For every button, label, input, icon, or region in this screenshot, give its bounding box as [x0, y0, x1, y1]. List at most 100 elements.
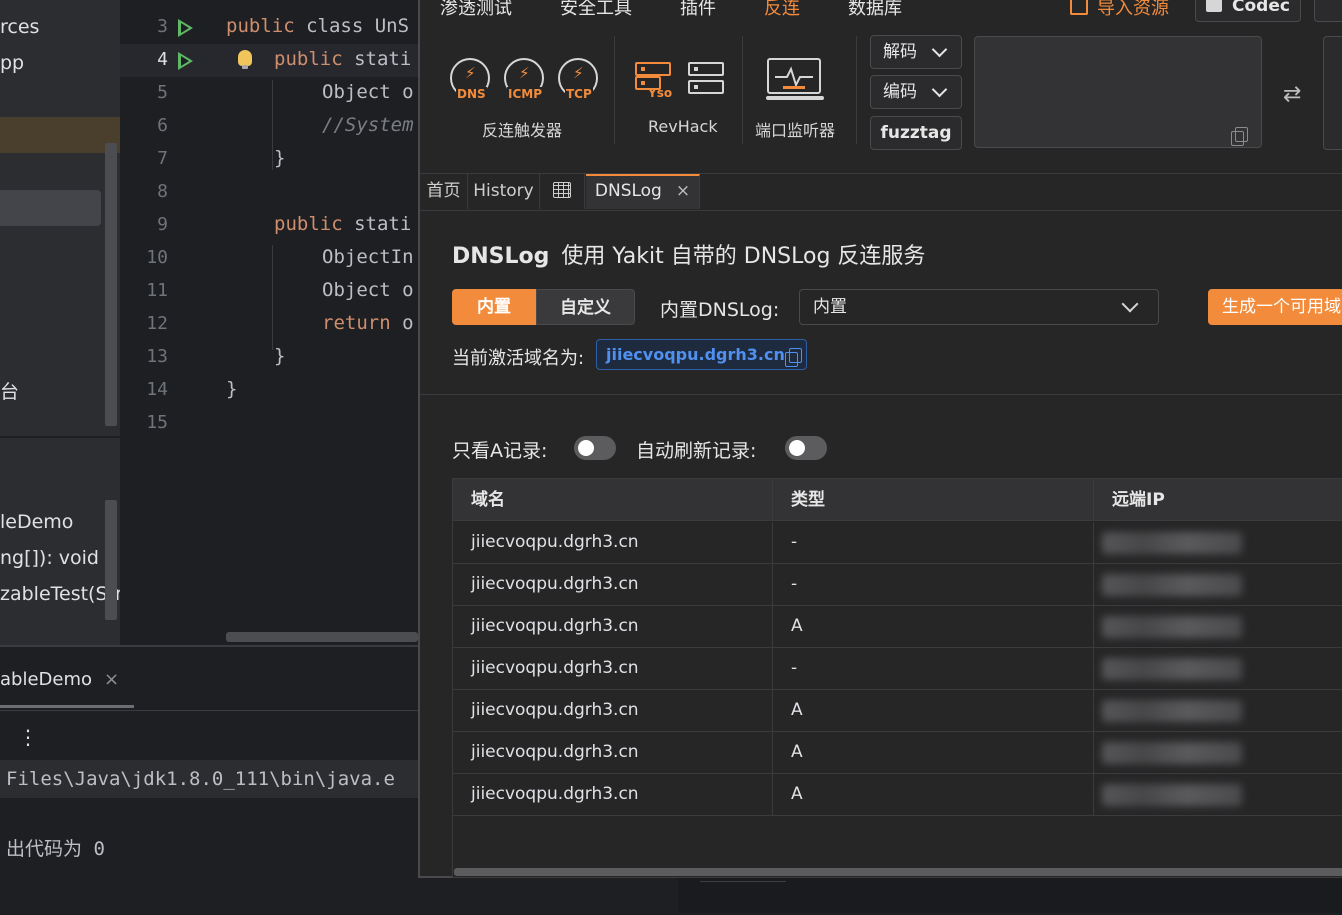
- monitor-accent-bar: [783, 86, 805, 89]
- builtin-mode-button[interactable]: 内置: [452, 289, 536, 325]
- run-tab[interactable]: ableDemo: [0, 669, 92, 690]
- active-domain-label: 当前激活域名为:: [452, 348, 585, 369]
- table-row[interactable]: jiiecvoqpu.dgrh3.cn -: [453, 522, 1342, 564]
- console-command: Files\Java\jdk1.8.0_111\bin\java.e: [6, 768, 395, 790]
- chevron-down-icon: [1121, 295, 1139, 313]
- encode-dropdown[interactable]: 编码: [870, 75, 962, 109]
- cell-domain: jiiecvoqpu.dgrh3.cn: [453, 648, 773, 689]
- custom-mode-button[interactable]: 自定义: [536, 289, 635, 325]
- chevron-down-icon: [931, 81, 948, 98]
- menu-reverse[interactable]: 反连: [764, 0, 800, 20]
- table-row[interactable]: jiiecvoqpu.dgrh3.cn A: [453, 606, 1342, 648]
- copy-icon[interactable]: [1231, 127, 1248, 146]
- close-icon[interactable]: ×: [104, 669, 119, 690]
- revhack-label[interactable]: RevHack: [648, 117, 718, 136]
- code-line: public stati: [274, 48, 412, 70]
- menu-database[interactable]: 数据库: [848, 0, 902, 20]
- indent-guide: [272, 80, 273, 170]
- tree-item[interactable]: pp: [0, 52, 24, 74]
- builtin-dnslog-label: 内置DNSLog:: [660, 299, 780, 321]
- reverse-trigger-label[interactable]: 反连触发器: [482, 117, 562, 141]
- yso-server-icon[interactable]: [635, 62, 671, 76]
- only-a-records-toggle[interactable]: [574, 436, 616, 460]
- column-header-domain[interactable]: 域名: [453, 479, 773, 521]
- window-button[interactable]: [1314, 0, 1342, 22]
- cell-type: A: [773, 690, 1094, 731]
- divider: [420, 394, 1342, 395]
- code-line: Object o: [322, 279, 414, 301]
- close-icon[interactable]: ×: [676, 181, 690, 201]
- icmp-icon-label: ICMP: [507, 87, 544, 101]
- cell-domain: jiiecvoqpu.dgrh3.cn: [453, 522, 773, 563]
- decode-dropdown[interactable]: 解码: [870, 35, 962, 69]
- cell-type: -: [773, 522, 1094, 563]
- cell-domain: jiiecvoqpu.dgrh3.cn: [453, 606, 773, 647]
- import-resource-button[interactable]: 导入资源: [1070, 0, 1169, 20]
- table-row[interactable]: jiiecvoqpu.dgrh3.cn A: [453, 774, 1342, 816]
- revhack-server-icon[interactable]: [688, 62, 724, 76]
- revhack-server-icon[interactable]: [688, 80, 724, 94]
- console-exit-code: 出代码为 0: [6, 838, 105, 860]
- auto-refresh-toggle[interactable]: [785, 436, 827, 460]
- table-row[interactable]: jiiecvoqpu.dgrh3.cn A: [453, 732, 1342, 774]
- code-line: }: [274, 345, 286, 367]
- line-number: 11: [146, 280, 168, 301]
- column-header-type[interactable]: 类型: [773, 479, 1094, 521]
- copy-icon[interactable]: [785, 348, 802, 367]
- more-options-icon[interactable]: ⋮: [18, 725, 38, 749]
- tab-home[interactable]: 首页: [420, 174, 468, 209]
- structure-scrollbar[interactable]: [105, 500, 117, 620]
- structure-item[interactable]: leDemo: [0, 511, 73, 533]
- tab-table[interactable]: [540, 174, 585, 209]
- tab-dnslog[interactable]: DNSLog ×: [586, 174, 700, 209]
- line-number: 5: [157, 82, 168, 103]
- tree-highlight: [0, 117, 120, 153]
- line-number: 7: [157, 148, 168, 169]
- project-tree: rces pp 台 leDemo ng[]): void zableTest(S…: [0, 0, 120, 645]
- code-line: public stati: [274, 213, 412, 235]
- line-number: 14: [146, 379, 168, 400]
- cell-type: A: [773, 774, 1094, 815]
- active-domain-tag[interactable]: jiiecvoqpu.dgrh3.cn: [596, 339, 807, 370]
- menu-pentest[interactable]: 渗透测试: [440, 0, 512, 20]
- editor-hscrollbar[interactable]: [226, 632, 418, 642]
- codec-input-area[interactable]: [974, 36, 1262, 148]
- import-icon: [1070, 0, 1088, 15]
- port-monitor-label[interactable]: 端口监听器: [755, 117, 835, 141]
- dnslog-table: 域名 类型 远端IP jiiecvoqpu.dgrh3.cn - jiiecvo…: [452, 478, 1342, 878]
- code-comment: //System: [322, 114, 414, 136]
- swap-icon[interactable]: ⇄: [1283, 82, 1301, 107]
- builtin-dnslog-select[interactable]: 内置: [799, 289, 1159, 325]
- generate-domain-button[interactable]: 生成一个可用域名: [1208, 289, 1342, 325]
- divider: [0, 710, 418, 711]
- tab-history[interactable]: History: [468, 174, 540, 209]
- codec-button[interactable]: Codec: [1195, 0, 1301, 22]
- tree-selected-row[interactable]: [0, 190, 101, 226]
- run-class-icon[interactable]: [178, 19, 193, 37]
- table-icon: [553, 182, 571, 198]
- run-method-icon[interactable]: [178, 52, 193, 70]
- tree-item[interactable]: 台: [0, 377, 19, 404]
- tree-item[interactable]: rces: [0, 16, 39, 38]
- tree-scrollbar[interactable]: [105, 143, 117, 426]
- table-row[interactable]: jiiecvoqpu.dgrh3.cn -: [453, 564, 1342, 606]
- codec-output-area[interactable]: [1323, 36, 1342, 150]
- structure-item[interactable]: ng[]): void: [0, 547, 99, 569]
- cell-remote-ip-redacted: [1094, 606, 1342, 647]
- structure-item[interactable]: zableTest(Strin: [0, 583, 120, 605]
- table-row[interactable]: jiiecvoqpu.dgrh3.cn -: [453, 648, 1342, 690]
- cell-remote-ip-redacted: [1094, 648, 1342, 689]
- cell-type: A: [773, 606, 1094, 647]
- fuzztag-button[interactable]: fuzztag: [870, 116, 962, 150]
- menu-plugins[interactable]: 插件: [680, 0, 716, 20]
- column-header-remote-ip[interactable]: 远端IP: [1094, 479, 1342, 521]
- run-panel: ableDemo × ⋮ Files\Java\jdk1.8.0_111\bin…: [0, 645, 418, 915]
- cell-type: -: [773, 648, 1094, 689]
- lightbulb-icon[interactable]: [238, 50, 252, 69]
- cell-type: A: [773, 732, 1094, 773]
- monitor-stand: [766, 96, 824, 100]
- table-row[interactable]: jiiecvoqpu.dgrh3.cn A: [453, 690, 1342, 732]
- page-tabs: 首页 History DNSLog ×: [420, 173, 1342, 211]
- table-hscrollbar[interactable]: [454, 868, 1342, 876]
- menu-security-tools[interactable]: 安全工具: [560, 0, 632, 20]
